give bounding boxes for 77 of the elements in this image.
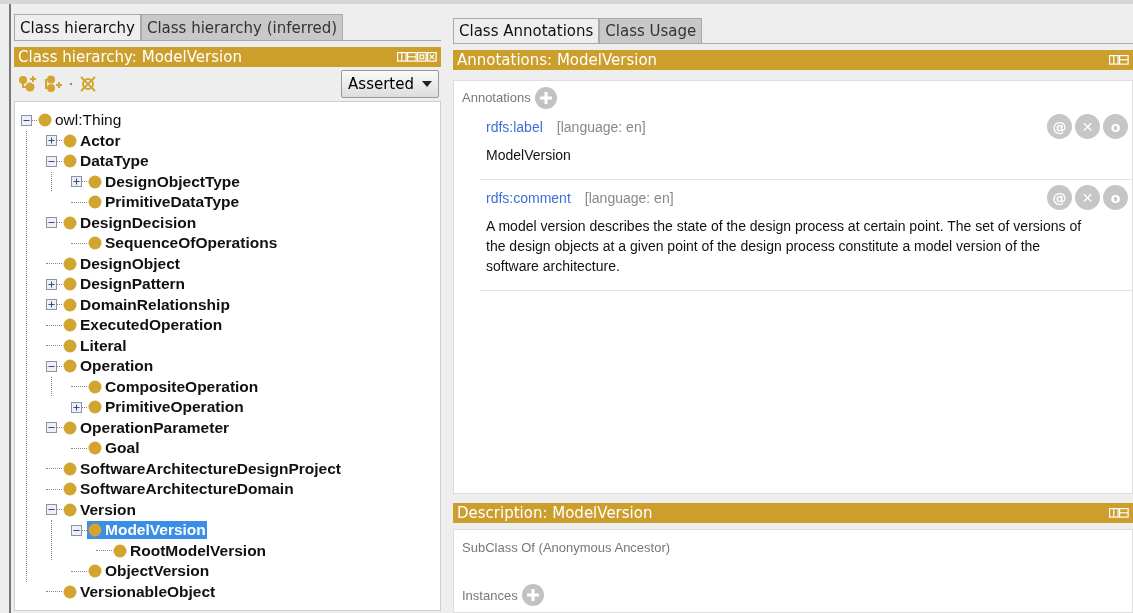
panel-title: Class hierarchy: ModelVersion [18,48,242,66]
class-node[interactable]: SoftwareArchitectureDomain [62,480,295,499]
class-node[interactable]: DataType [62,152,150,171]
collapse-icon[interactable] [46,217,57,229]
collapse-icon[interactable] [46,422,57,434]
class-node[interactable]: ExecutedOperation [62,316,224,335]
class-icon [88,564,102,579]
class-icon [88,379,102,394]
language-tag: [language: en] [556,118,646,135]
collapse-icon[interactable] [21,114,32,126]
class-node[interactable]: PrimitiveDataType [87,193,241,212]
tab[interactable]: Class hierarchy [14,14,141,40]
class-icon [63,318,77,333]
section-label: Annotations [462,90,531,106]
class-icon [63,133,77,148]
property-link[interactable]: rdfs:label [486,118,543,135]
annotation-value: ModelVersion [486,145,572,165]
mode-dropdown[interactable]: Asserted [341,70,439,98]
class-icon [88,400,102,415]
language-tag: [language: en] [584,189,674,206]
class-icon [63,420,77,435]
expand-icon[interactable] [71,401,82,413]
expand-icon[interactable] [46,299,57,311]
expand-icon[interactable] [46,135,57,147]
class-node[interactable]: owl:Thing [37,111,123,130]
class-node[interactable]: DesignPattern [62,275,187,294]
class-icon [63,154,77,169]
class-icon [88,174,102,189]
class-icon [63,359,77,374]
collapse-icon[interactable] [46,360,57,372]
tab[interactable]: Class Usage [599,18,703,44]
class-icon [63,215,77,230]
class-node[interactable]: RootModelVersion [112,541,268,560]
expand-icon[interactable] [71,176,82,188]
class-icon [88,195,102,210]
collapse-icon[interactable] [46,504,57,516]
class-node[interactable]: Version [62,500,137,519]
class-node[interactable]: VersionableObject [62,582,217,601]
class-node[interactable]: SequenceOfOperations [87,234,279,253]
section-label: SubClass Of (Anonymous Ancestor) [462,539,671,555]
class-node[interactable]: Operation [62,357,155,376]
class-icon [63,584,77,599]
class-node[interactable]: DesignObject [62,254,181,273]
class-icon [63,338,77,353]
class-icon [63,256,77,271]
class-node[interactable]: SoftwareArchitectureDesignProject [62,459,342,478]
class-icon [113,543,127,558]
class-node[interactable]: DesignObjectType [87,172,241,191]
expand-icon[interactable] [46,278,57,290]
collapse-icon[interactable] [46,155,57,167]
class-node[interactable]: Actor [62,131,122,150]
class-node[interactable]: DesignDecision [62,213,198,232]
class-node[interactable]: DomainRelationship [62,295,231,314]
class-icon [63,461,77,476]
class-node[interactable]: Literal [62,336,128,355]
class-node[interactable]: Goal [87,439,141,458]
class-icon [63,502,77,517]
collapse-icon[interactable] [71,524,82,536]
class-node[interactable]: OperationParameter [62,418,231,437]
class-node[interactable]: ObjectVersion [87,562,211,581]
class-icon [88,441,102,456]
panel-title: Annotations: ModelVersion [457,51,658,70]
tab[interactable]: Class hierarchy (inferred) [140,14,344,40]
class-icon [88,523,102,538]
panel-title: Description: ModelVersion [457,504,653,523]
annotation-value: A model version describes the state of the design process at certain point. The set of versions of the design objects at a given point of the design process constitute a model version of the software architecture. [486,216,1083,276]
class-node[interactable]: PrimitiveOperation [87,398,245,417]
class-node[interactable]: CompositeOperation [87,377,260,396]
class-icon [88,236,102,251]
property-link[interactable]: rdfs:comment [486,189,571,206]
tab[interactable]: Class Annotations [453,18,600,44]
class-icon [63,277,77,292]
section-label: Instances [462,587,518,603]
class-icon [63,297,77,312]
class-icon [38,113,52,128]
class-icon [63,482,77,497]
caret-icon [422,81,432,87]
